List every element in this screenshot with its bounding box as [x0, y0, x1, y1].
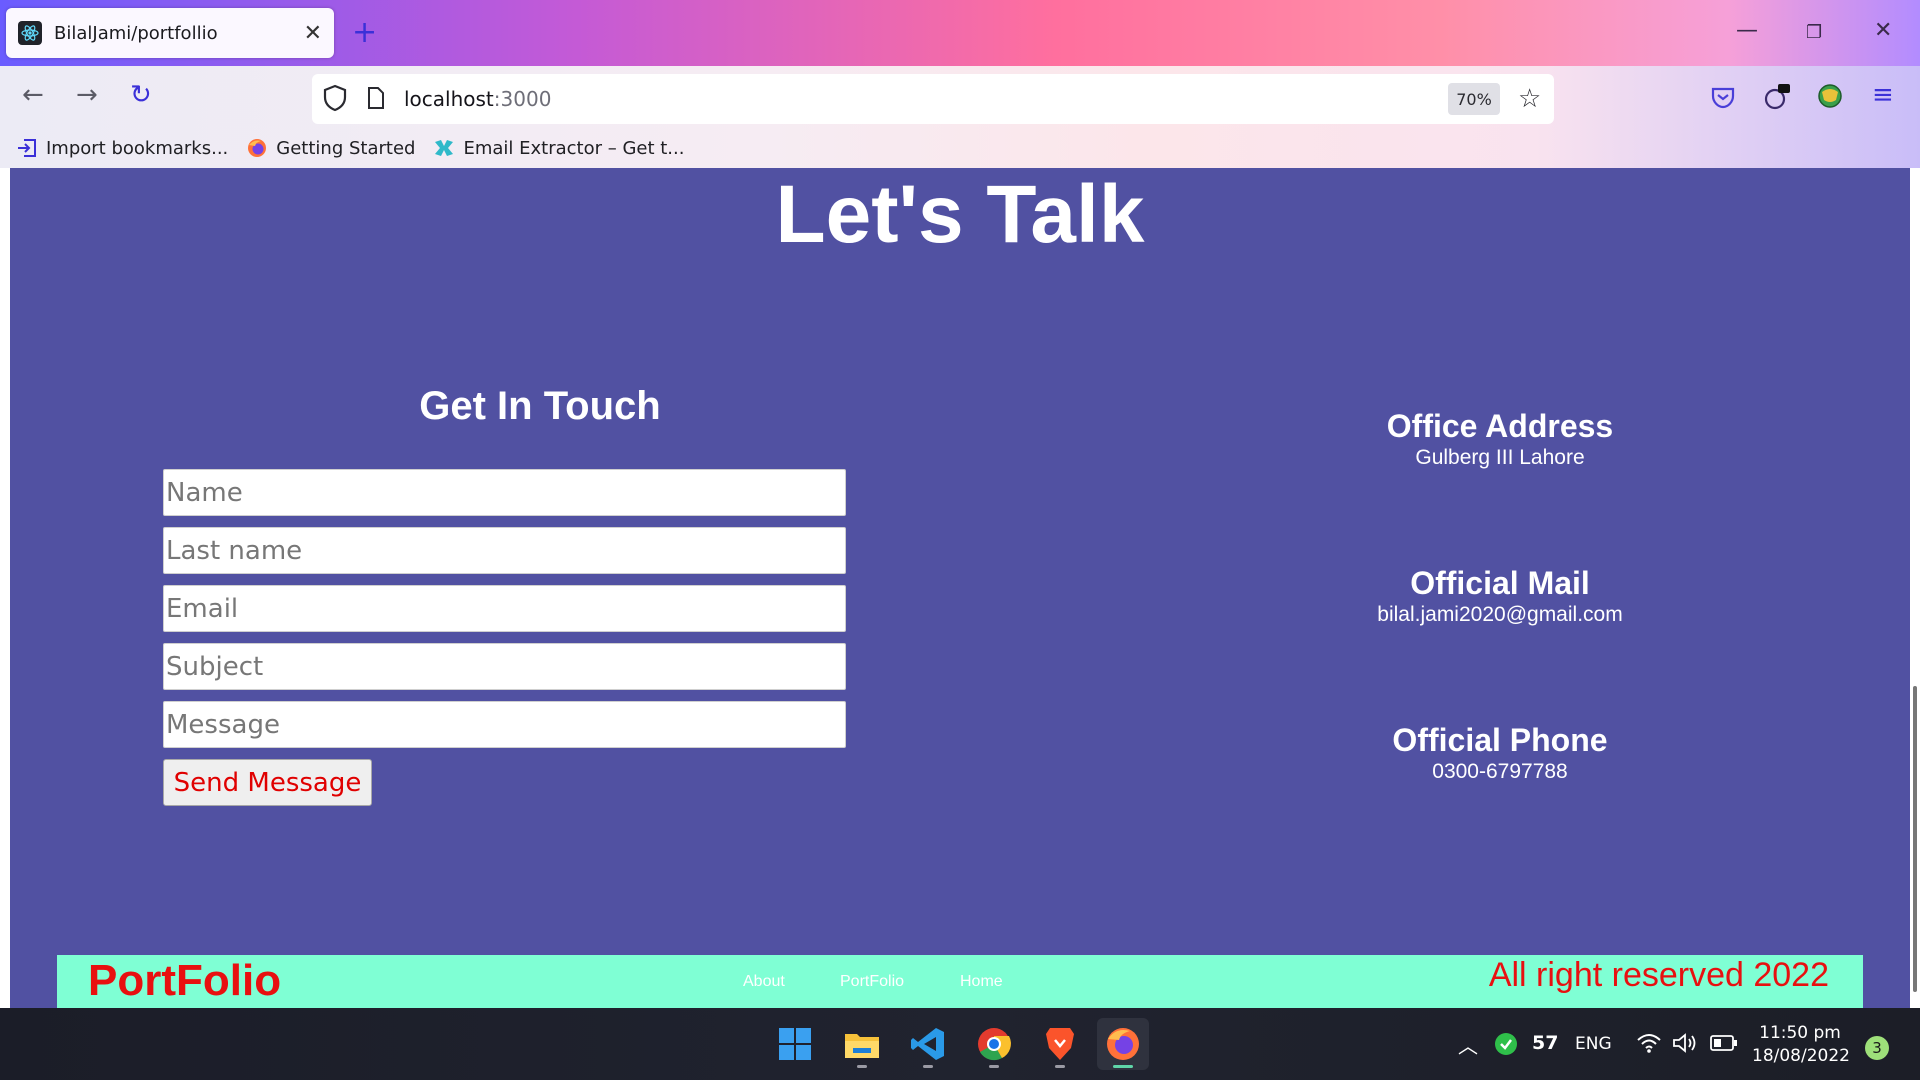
page-info-icon[interactable] — [366, 86, 386, 114]
vpn-globe-icon[interactable] — [1816, 82, 1844, 114]
firefox-icon — [246, 137, 268, 159]
forward-icon[interactable]: → — [76, 80, 98, 110]
clock-time: 11:50 pm — [1759, 1023, 1841, 1043]
official-mail-block: Official Mail bilal.jami2020@gmail.com — [1300, 565, 1700, 629]
react-icon — [18, 21, 42, 45]
footer-copyright: All right reserved 2022 — [1488, 956, 1829, 994]
wifi-icon[interactable] — [1636, 1032, 1662, 1058]
active-indicator — [1113, 1065, 1133, 1068]
menu-icon[interactable]: ≡ — [1872, 80, 1894, 110]
page-left-border — [0, 168, 10, 1008]
security-shield-icon[interactable] — [1494, 1032, 1518, 1060]
bookmark-label: Email Extractor – Get t... — [463, 137, 685, 159]
tab-title: BilalJami/portfollio — [54, 22, 218, 44]
running-indicator — [923, 1065, 933, 1068]
footer-link-about[interactable]: About — [743, 973, 785, 991]
tracking-protection-icon[interactable] — [322, 84, 348, 116]
close-tab-icon[interactable]: ✕ — [304, 21, 322, 46]
import-icon — [16, 137, 38, 159]
message-input[interactable] — [163, 701, 846, 748]
page-heading: Let's Talk — [775, 169, 1145, 260]
email-input[interactable] — [163, 585, 846, 632]
volume-icon[interactable] — [1672, 1032, 1698, 1058]
footer-brand[interactable]: PortFolio — [88, 955, 281, 1007]
tray-language[interactable]: ENG — [1575, 1034, 1612, 1054]
bookmarks-toolbar: Import bookmarks... Getting Started Emai… — [16, 130, 702, 166]
pocket-icon[interactable] — [1710, 84, 1736, 114]
firefox-taskbar-icon[interactable] — [1097, 1018, 1149, 1070]
browser-tab[interactable]: BilalJami/portfollio ✕ — [6, 8, 334, 58]
bookmark-label: Getting Started — [276, 137, 416, 159]
tray-overflow-icon[interactable]: ︿ — [1458, 1030, 1478, 1059]
office-address-value: Gulberg III Lahore — [1415, 446, 1585, 469]
running-indicator — [989, 1065, 999, 1068]
zoom-level-badge[interactable]: 70% — [1448, 83, 1500, 115]
subject-input[interactable] — [163, 643, 846, 690]
last-name-input[interactable] — [163, 527, 846, 574]
running-indicator — [1055, 1065, 1065, 1068]
bookmark-getting-started[interactable]: Getting Started — [246, 137, 415, 159]
new-tab-icon[interactable]: + — [352, 16, 377, 50]
back-icon[interactable]: ← — [22, 80, 44, 110]
contact-section: Let's Talk Get In Touch Send Message Off… — [10, 168, 1910, 1008]
official-mail-heading: Official Mail — [1410, 565, 1590, 601]
office-address-block: Office Address Gulberg III Lahore — [1300, 408, 1700, 472]
bookmark-import[interactable]: Import bookmarks... — [16, 137, 228, 159]
reload-icon[interactable]: ↻ — [130, 80, 152, 110]
bookmark-email-extractor[interactable]: Email Extractor – Get t... — [433, 137, 684, 159]
form-title: Get In Touch — [419, 384, 661, 428]
extension-icon[interactable] — [1762, 82, 1792, 116]
url-host: localhost — [404, 87, 494, 111]
bookmark-label: Import bookmarks... — [46, 137, 229, 159]
brave-icon[interactable] — [1034, 1018, 1086, 1070]
windows-taskbar: ︿ 57 ENG 11:50 pm 18/08/2022 3 — [0, 1008, 1920, 1080]
page-scrollbar-thumb[interactable] — [1913, 686, 1917, 992]
browser-navbar: ← → ↻ localhost:3000 70% ☆ ≡ Import book… — [0, 66, 1920, 168]
minimize-icon[interactable]: — — [1736, 18, 1758, 43]
send-message-button[interactable]: Send Message — [163, 759, 372, 806]
vscode-icon[interactable] — [902, 1018, 954, 1070]
close-window-icon[interactable]: ✕ — [1874, 18, 1892, 43]
windows-start-icon[interactable] — [769, 1018, 821, 1070]
url-port: :3000 — [493, 87, 552, 111]
restore-icon[interactable]: ❐ — [1806, 22, 1822, 43]
running-indicator — [857, 1065, 867, 1068]
battery-icon[interactable] — [1710, 1034, 1738, 1056]
chrome-icon[interactable] — [968, 1018, 1020, 1070]
official-phone-value: 0300-6797788 — [1432, 760, 1568, 783]
bookmark-star-icon[interactable]: ☆ — [1518, 84, 1541, 114]
official-phone-block: Official Phone 0300-6797788 — [1300, 722, 1700, 786]
address-bar[interactable]: localhost:3000 70% ☆ — [312, 74, 1554, 124]
system-clock[interactable]: 11:50 pm 18/08/2022 — [1752, 1022, 1850, 1068]
site-footer: PortFolio About PortFolio Home All right… — [57, 955, 1863, 1008]
url-text[interactable]: localhost:3000 — [404, 87, 551, 111]
file-explorer-icon[interactable] — [836, 1018, 888, 1070]
browser-titlebar: BilalJami/portfollio ✕ + — ❐ ✕ — [0, 0, 1920, 66]
extractor-icon — [433, 137, 455, 159]
footer-link-home[interactable]: Home — [960, 973, 1003, 991]
notification-badge[interactable]: 3 — [1865, 1036, 1889, 1060]
official-mail-value: bilal.jami2020@gmail.com — [1377, 603, 1623, 626]
tray-temperature: 57 — [1532, 1032, 1559, 1054]
footer-link-portfolio[interactable]: PortFolio — [840, 973, 904, 991]
office-address-heading: Office Address — [1386, 408, 1614, 444]
clock-date: 18/08/2022 — [1752, 1046, 1850, 1066]
official-phone-heading: Official Phone — [1392, 722, 1608, 758]
name-input[interactable] — [163, 469, 846, 516]
